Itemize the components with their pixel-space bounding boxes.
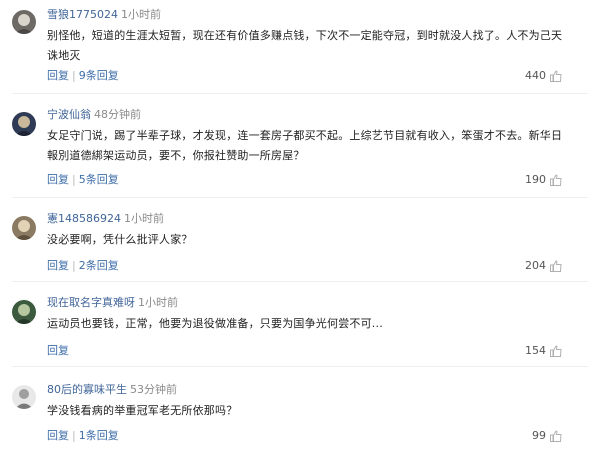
avatar[interactable] [12, 216, 36, 240]
like-button[interactable]: 99 [532, 429, 562, 443]
thumbs-up-icon [550, 345, 562, 357]
comment-text: 学没钱看病的举重冠军老无所依那吗？ [47, 404, 238, 417]
comment-item: 宁波仙翁 48分钟前 女足守门说，踢了半辈子球，才发现，连一套房子都买不起。上综艺… [0, 106, 600, 186]
divider [12, 93, 588, 94]
comment-author-line: 80后的寡味平生 53分钟前 [47, 383, 177, 397]
reply-button[interactable]: 回复 [47, 173, 69, 186]
comment-author-line: 宁波仙翁 48分钟前 [47, 108, 141, 122]
comment-text: 别怪他，短道的生涯太短暂，现在还有价值多赚点钱，下次不一定能夺冠，到时就没人找了… [47, 29, 563, 62]
view-replies-link[interactable]: 1条回复 [79, 429, 119, 442]
divider [12, 197, 588, 198]
separator: | [72, 69, 76, 82]
comment-author-line: 现在取名字真难呀 1小时前 [47, 296, 178, 310]
author-name[interactable]: 宁波仙翁 [47, 108, 91, 121]
reply-button[interactable]: 回复 [47, 69, 69, 82]
view-replies-link[interactable]: 5条回复 [79, 173, 119, 186]
comment-time: 1小时前 [124, 212, 164, 225]
comment-time: 1小时前 [138, 296, 178, 309]
divider [12, 366, 588, 367]
reply-button[interactable]: 回复 [47, 344, 69, 357]
author-name[interactable]: 80后的寡味平生 [47, 383, 127, 396]
author-name[interactable]: 现在取名字真难呀 [47, 296, 135, 309]
thumbs-up-icon [550, 70, 562, 82]
thumbs-up-icon [550, 260, 562, 272]
comment-author-line: 憲148586924 1小时前 [47, 212, 164, 226]
comment-time: 48分钟前 [94, 108, 141, 121]
author-name[interactable]: 雪狼1775024 [47, 8, 118, 21]
like-count: 440 [525, 69, 546, 82]
comment-author-line: 雪狼1775024 1小时前 [47, 8, 161, 22]
comment-actions: 回复 [47, 344, 69, 358]
like-count: 204 [525, 259, 546, 272]
divider [12, 281, 588, 282]
thumbs-up-icon [550, 174, 562, 186]
comment-text: 没必要啊，凭什么批评人家？ [47, 233, 193, 246]
comment-actions: 回复 | 1条回复 [47, 429, 119, 443]
author-name[interactable]: 憲148586924 [47, 212, 121, 225]
comment-item: 雪狼1775024 1小时前 别怪他，短道的生涯太短暂，现在还有价值多赚点钱，下次… [0, 6, 600, 86]
separator: | [72, 259, 76, 272]
like-button[interactable]: 154 [525, 344, 562, 358]
view-replies-link[interactable]: 2条回复 [79, 259, 119, 272]
comment-time: 53分钟前 [130, 383, 177, 396]
like-count: 190 [525, 173, 546, 186]
comment-actions: 回复 | 5条回复 [47, 173, 119, 187]
comment-actions: 回复 | 9条回复 [47, 69, 119, 83]
like-button[interactable]: 440 [525, 69, 562, 83]
separator: | [72, 429, 76, 442]
avatar[interactable] [12, 10, 36, 34]
avatar[interactable] [12, 112, 36, 136]
thumbs-up-icon [550, 430, 562, 442]
like-button[interactable]: 204 [525, 259, 562, 273]
comment-actions: 回复 | 2条回复 [47, 259, 119, 273]
like-count: 99 [532, 429, 546, 442]
avatar[interactable] [12, 300, 36, 324]
reply-button[interactable]: 回复 [47, 429, 69, 442]
comment-text: 运动员也要钱，正常，他要为退役做准备，只要为国争光何尝不可... [47, 317, 383, 330]
view-replies-link[interactable]: 9条回复 [79, 69, 119, 82]
separator: | [72, 173, 76, 186]
reply-button[interactable]: 回复 [47, 259, 69, 272]
comment-text: 女足守门说，踢了半辈子球，才发现，连一套房子都买不起。上综艺节目就有收入，笨蛋才… [47, 129, 563, 162]
like-button[interactable]: 190 [525, 173, 562, 187]
comment-item: 憲148586924 1小时前 没必要啊，凭什么批评人家？ 回复 | 2条回复 204 [0, 210, 600, 280]
comment-list: 雪狼1775024 1小时前 别怪他，短道的生涯太短暂，现在还有价值多赚点钱，下次… [0, 0, 600, 461]
like-count: 154 [525, 344, 546, 357]
avatar[interactable] [12, 385, 36, 409]
comment-item: 现在取名字真难呀 1小时前 运动员也要钱，正常，他要为退役做准备，只要为国争光何尝… [0, 294, 600, 364]
comment-item: 80后的寡味平生 53分钟前 学没钱看病的举重冠军老无所依那吗？ 回复 | 1条回复 … [0, 381, 600, 451]
comment-time: 1小时前 [121, 8, 161, 21]
